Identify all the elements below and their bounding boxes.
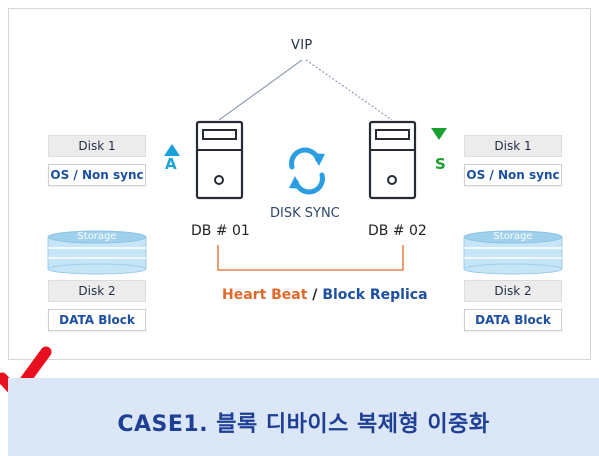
right-os-nonsync-box: OS / Non sync (464, 164, 562, 186)
block-replica-label: Block Replica (322, 287, 428, 303)
heartbeat-line (217, 245, 404, 271)
db01-label: DB # 01 (191, 223, 250, 239)
db02-label: DB # 02 (368, 223, 427, 239)
sync-arrow-head-2 (289, 176, 302, 189)
vip-label: VIP (291, 38, 313, 53)
right-disk2-box: Disk 2 (464, 280, 562, 302)
banner-title: CASE1. 블록 디바이스 복제형 이중화 (117, 412, 490, 437)
left-os-nonsync-box: OS / Non sync (48, 164, 146, 186)
standby-down-triangle-icon (431, 128, 447, 140)
left-storage-label: Storage (77, 231, 117, 242)
server-db02-icon (368, 120, 417, 200)
heartbeat-replica-label: Heart Beat / Block Replica (222, 287, 428, 303)
disk-sync-label: DISK SYNC (270, 206, 340, 221)
server-db01-icon (195, 120, 244, 200)
right-storage-label: Storage (493, 231, 533, 242)
standby-role-letter: S (435, 155, 446, 173)
link-separator: / (307, 287, 323, 303)
left-data-block-box: DATA Block (48, 309, 146, 331)
left-disk1-box: Disk 1 (48, 135, 146, 157)
left-disk2-box: Disk 2 (48, 280, 146, 302)
sync-arrow-head-1 (312, 153, 325, 166)
right-data-block-box: DATA Block (464, 309, 562, 331)
vip-link-standby (305, 59, 393, 121)
case-banner: CASE1. 블록 디바이스 복제형 이중화 (8, 378, 599, 456)
right-disk1-box: Disk 1 (464, 135, 562, 157)
vip-link-active (218, 59, 303, 121)
heartbeat-label: Heart Beat (222, 287, 308, 303)
active-role-letter: A (165, 155, 177, 173)
